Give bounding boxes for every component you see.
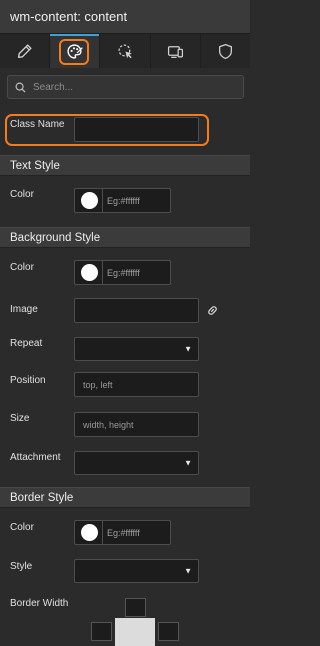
- bg-color-input[interactable]: [103, 266, 170, 279]
- border-style-header: Border Style: [0, 487, 250, 508]
- border-width-right-input[interactable]: [158, 622, 179, 641]
- text-color-field: [74, 188, 171, 213]
- tab-properties[interactable]: [0, 34, 51, 68]
- bg-size-label: Size: [10, 413, 30, 424]
- search-icon: [15, 82, 26, 93]
- bg-position-label: Position: [10, 375, 46, 386]
- pencil-icon: [18, 43, 32, 58]
- bg-color-field: [74, 260, 171, 285]
- text-style-header: Text Style: [0, 155, 250, 176]
- bg-attachment-select[interactable]: ▼: [74, 451, 199, 475]
- tab-events[interactable]: [100, 34, 151, 68]
- border-width-preview-box: [115, 618, 155, 646]
- chevron-down-icon: ▼: [184, 566, 192, 576]
- bg-color-swatch[interactable]: [81, 264, 98, 281]
- class-name-highlight-outline: [5, 114, 209, 146]
- shield-icon: [218, 43, 232, 59]
- bg-color-label: Color: [10, 262, 34, 273]
- border-color-label: Color: [10, 522, 34, 533]
- tab-styles[interactable]: [50, 34, 101, 68]
- search-input[interactable]: [31, 80, 243, 94]
- bg-position-field: [74, 372, 199, 397]
- search-box: [7, 75, 244, 99]
- tab-security[interactable]: [201, 34, 250, 68]
- tab-highlight-outline: [59, 39, 90, 65]
- bg-image-input[interactable]: [75, 299, 198, 322]
- panel-title: wm-content: content: [0, 0, 250, 34]
- border-color-field: [74, 520, 171, 545]
- bg-repeat-select[interactable]: ▼: [74, 337, 199, 361]
- border-color-input[interactable]: [103, 526, 170, 539]
- cursor-events-icon: [117, 43, 132, 58]
- chevron-down-icon: ▼: [184, 344, 192, 354]
- tab-devices[interactable]: [151, 34, 201, 68]
- border-style-select[interactable]: ▼: [74, 559, 199, 583]
- bg-repeat-label: Repeat: [10, 338, 43, 349]
- devices-icon: [167, 45, 183, 58]
- border-width-left-input[interactable]: [91, 622, 112, 641]
- text-color-swatch[interactable]: [81, 192, 98, 209]
- bg-image-label: Image: [10, 304, 38, 315]
- text-color-input[interactable]: [103, 194, 170, 207]
- bg-image-field: [74, 298, 199, 323]
- border-width-label: Border Width: [10, 598, 69, 609]
- border-style-label: Style: [10, 561, 33, 572]
- chevron-down-icon: ▼: [184, 458, 192, 468]
- border-width-top-input[interactable]: [125, 598, 146, 617]
- link-icon[interactable]: [206, 304, 219, 317]
- text-color-label: Color: [10, 189, 34, 200]
- bg-position-input[interactable]: [75, 373, 198, 396]
- background-style-header: Background Style: [0, 227, 250, 248]
- property-tabs: [0, 34, 250, 68]
- border-color-swatch[interactable]: [81, 524, 98, 541]
- bg-attachment-label: Attachment: [10, 452, 61, 463]
- bg-size-input[interactable]: [75, 413, 198, 436]
- bg-size-field: [74, 412, 199, 437]
